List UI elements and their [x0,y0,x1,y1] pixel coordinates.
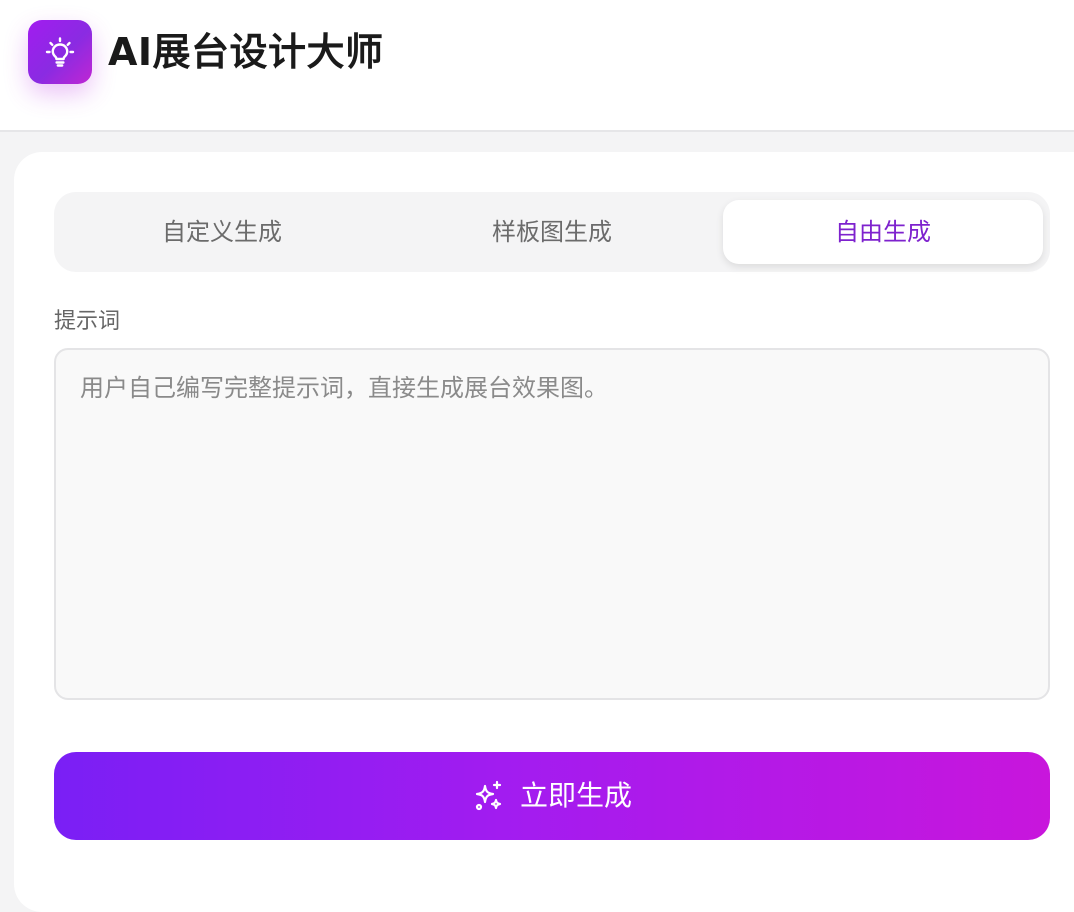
app-title: AI展台设计大师 [108,30,384,74]
tab-template-generate[interactable]: 样板图生成 [392,200,712,264]
tab-custom-generate[interactable]: 自定义生成 [62,200,382,264]
app-logo [28,20,92,84]
generation-mode-tabs: 自定义生成 样板图生成 自由生成 [54,192,1050,272]
prompt-label: 提示词 [54,309,121,334]
sparkles-icon [475,780,502,811]
generate-button-label: 立即生成 [519,779,632,812]
app-header: AI展台设计大师 [0,0,1074,132]
generate-now-button[interactable]: 立即生成 [54,752,1050,840]
prompt-input[interactable] [54,348,1050,700]
lightbulb-icon [45,37,75,67]
tab-free-generate[interactable]: 自由生成 [723,200,1043,264]
